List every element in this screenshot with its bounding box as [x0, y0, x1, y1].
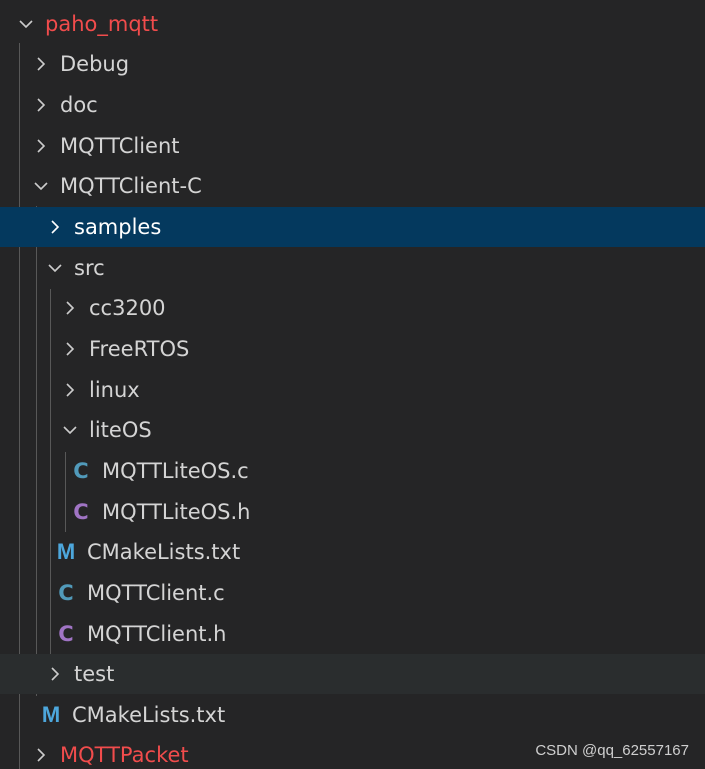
h-file-icon: C — [58, 622, 74, 646]
chevron-down-icon — [42, 248, 68, 288]
tree-item-label: paho_mqtt — [45, 12, 159, 36]
chevron-down-icon — [57, 410, 83, 450]
tree-item-label: MQTTClient-C — [60, 174, 202, 198]
tree-item-label: cc3200 — [89, 296, 166, 320]
tree-item-mqttliteos-h[interactable]: C MQTTLiteOS.h — [0, 492, 705, 532]
tree-item-label: MQTTClient — [60, 134, 180, 158]
tree-item-cc3200[interactable]: cc3200 — [0, 288, 705, 328]
c-file-icon: C — [58, 581, 74, 605]
tree-item-cmakelists[interactable]: M CMakeLists.txt — [0, 695, 705, 735]
chevron-right-icon — [28, 85, 54, 125]
chevron-right-icon — [28, 44, 54, 84]
chevron-right-icon — [57, 329, 83, 369]
tree-item-label: MQTTPacket — [60, 743, 189, 767]
watermark-text: CSDN @qq_62557167 — [535, 742, 689, 759]
chevron-down-icon — [13, 4, 39, 44]
tree-item-test[interactable]: test — [0, 654, 705, 694]
tree-item-cmakelists-src[interactable]: M CMakeLists.txt — [0, 532, 705, 572]
tree-item-debug[interactable]: Debug — [0, 44, 705, 84]
tree-item-mqttclient-c-file[interactable]: C MQTTClient.c — [0, 573, 705, 613]
tree-item-label: src — [74, 256, 105, 280]
tree-item-samples[interactable]: samples — [0, 207, 705, 247]
tree-item-label: Debug — [60, 52, 130, 76]
tree-item-mqttliteos-c[interactable]: C MQTTLiteOS.c — [0, 451, 705, 491]
chevron-down-icon — [28, 166, 54, 206]
tree-item-label: MQTTLiteOS.c — [102, 459, 249, 483]
tree-item-mqttclient[interactable]: MQTTClient — [0, 126, 705, 166]
tree-item-label: linux — [89, 378, 140, 402]
tree-item-label: CMakeLists.txt — [72, 703, 226, 727]
tree-item-label: MQTTClient.h — [87, 622, 227, 646]
tree-item-src[interactable]: src — [0, 248, 705, 288]
tree-item-label: samples — [74, 215, 162, 239]
tree-item-linux[interactable]: linux — [0, 370, 705, 410]
tree-item-label: CMakeLists.txt — [87, 540, 241, 564]
tree-item-label: liteOS — [89, 418, 152, 442]
chevron-right-icon — [57, 370, 83, 410]
chevron-right-icon — [57, 288, 83, 328]
cmake-file-icon: M — [41, 702, 61, 727]
chevron-right-icon — [28, 735, 54, 769]
tree-item-liteos[interactable]: liteOS — [0, 410, 705, 450]
tree-item-label: FreeRTOS — [89, 337, 190, 361]
tree-item-freertos[interactable]: FreeRTOS — [0, 329, 705, 369]
chevron-right-icon — [42, 207, 68, 247]
tree-item-label: MQTTClient.c — [87, 581, 225, 605]
tree-item-doc[interactable]: doc — [0, 85, 705, 125]
cmake-file-icon: M — [56, 539, 76, 564]
chevron-right-icon — [28, 126, 54, 166]
tree-item-label: doc — [60, 93, 98, 117]
c-file-icon: C — [73, 459, 89, 483]
h-file-icon: C — [73, 500, 89, 524]
tree-item-label: test — [74, 662, 115, 686]
chevron-right-icon — [42, 654, 68, 694]
tree-item-paho-mqtt[interactable]: paho_mqtt — [0, 4, 705, 44]
file-explorer-tree: paho_mqtt Debug doc MQTTClient MQTTClien… — [0, 0, 705, 769]
tree-item-mqttclient-c[interactable]: MQTTClient-C — [0, 166, 705, 206]
tree-item-mqttclient-h-file[interactable]: C MQTTClient.h — [0, 614, 705, 654]
tree-item-label: MQTTLiteOS.h — [102, 500, 251, 524]
